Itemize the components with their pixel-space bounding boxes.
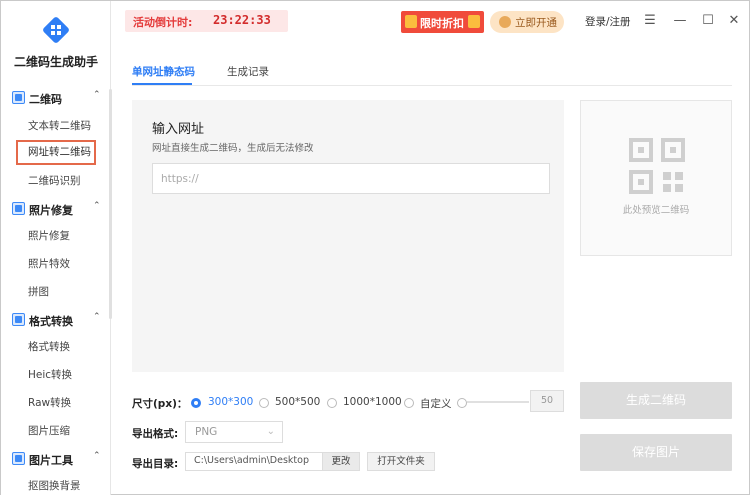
app-title: 二维码生成助手	[13, 55, 98, 69]
format-label: 导出格式:	[132, 428, 179, 440]
vip-open-button[interactable]: 立即开通	[490, 11, 564, 33]
chevron-up-icon: ⌃	[93, 451, 101, 461]
maximize-icon[interactable]: ☐	[699, 11, 717, 31]
sale-label: 限时折扣	[420, 17, 464, 30]
dir-path-field[interactable]: C:\Users\admin\Desktop 更改	[185, 452, 360, 471]
qrcode-group-icon	[12, 91, 25, 104]
limited-sale-button[interactable]: 限时折扣	[401, 11, 484, 33]
sidebar-item-heic-convert[interactable]: Heic转换	[16, 363, 96, 388]
preview-placeholder-text: 此处预览二维码	[622, 205, 690, 216]
sidebar-scrollbar[interactable]	[109, 89, 112, 319]
sidebar-group-label: 二维码	[29, 93, 62, 106]
size-label: 尺寸(px)：	[132, 398, 188, 410]
countdown-timer: 23:22:33	[213, 13, 271, 27]
sidebar-item-image-compress[interactable]: 图片压缩	[16, 419, 96, 444]
app-logo-icon	[43, 17, 69, 43]
panel-title: 输入网址	[152, 122, 205, 137]
format-select[interactable]: PNG ⌄	[185, 421, 283, 443]
chevron-up-icon: ⌃	[93, 312, 101, 322]
tab-bar: 单网址静态码 生成记录	[132, 56, 732, 86]
size-option-custom[interactable]: 自定义	[420, 396, 452, 411]
red-envelope-icon	[468, 15, 480, 28]
size-option-500[interactable]: 500*500	[275, 396, 320, 408]
tab-single-url-static[interactable]: 单网址静态码	[132, 64, 195, 79]
vip-label: 立即开通	[515, 17, 557, 29]
custom-size-slider[interactable]	[467, 401, 529, 403]
sidebar-item-raw-convert[interactable]: Raw转换	[16, 391, 96, 416]
size-radio-1000[interactable]	[327, 398, 337, 408]
sidebar-group-photo-repair[interactable]: 照片修复 ⌃	[1, 198, 111, 220]
promo-countdown: 活动倒计时: 23:22:33	[125, 10, 288, 32]
qr-preview-area: 此处预览二维码	[580, 100, 732, 256]
format-value: PNG	[195, 426, 218, 438]
sidebar-item-url-to-qr[interactable]: 网址转二维码	[16, 140, 96, 165]
custom-size-slider-handle[interactable]	[457, 398, 467, 408]
size-radio-500[interactable]	[259, 398, 269, 408]
tab-generate-history[interactable]: 生成记录	[227, 64, 269, 79]
menu-icon[interactable]: ☰	[641, 11, 659, 31]
custom-size-input[interactable]: 50	[530, 390, 564, 412]
chevron-up-icon: ⌃	[93, 90, 101, 100]
red-envelope-icon	[405, 15, 417, 28]
generate-qr-button[interactable]: 生成二维码	[580, 382, 732, 419]
login-register-link[interactable]: 登录/注册	[585, 14, 631, 29]
sidebar: 二维码生成助手 二维码 ⌃ 文本转二维码 网址转二维码 二维码识别 照片修复 ⌃…	[1, 1, 112, 495]
sidebar-group-label: 图片工具	[29, 454, 73, 467]
save-image-button[interactable]: 保存图片	[580, 434, 732, 471]
vip-coin-icon	[499, 16, 511, 28]
sidebar-item-format-convert[interactable]: 格式转换	[16, 335, 96, 360]
close-icon[interactable]: ✕	[725, 11, 743, 31]
url-input-panel: 输入网址 网址直接生成二维码，生成后无法修改	[132, 100, 564, 372]
qr-placeholder-icon	[629, 138, 685, 194]
size-radio-300[interactable]	[191, 398, 201, 408]
size-radio-custom[interactable]	[404, 398, 414, 408]
image-tools-group-icon	[12, 452, 25, 465]
minimize-icon[interactable]: —	[671, 11, 689, 31]
sidebar-item-collage[interactable]: 拼图	[16, 280, 96, 305]
sidebar-group-label: 照片修复	[29, 204, 73, 217]
active-tab-indicator	[132, 83, 192, 85]
sidebar-group-qrcode[interactable]: 二维码 ⌃	[1, 87, 111, 109]
sidebar-group-image-tools[interactable]: 图片工具 ⌃	[1, 448, 111, 470]
open-folder-button[interactable]: 打开文件夹	[367, 452, 435, 471]
dir-label: 导出目录:	[132, 458, 179, 470]
chevron-down-icon: ⌄	[266, 426, 275, 437]
dir-path-value: C:\Users\admin\Desktop	[194, 455, 309, 466]
sidebar-item-qr-recognize[interactable]: 二维码识别	[16, 169, 96, 194]
sidebar-item-text-to-qr[interactable]: 文本转二维码	[16, 114, 96, 139]
sidebar-group-format-convert[interactable]: 格式转换 ⌃	[1, 309, 111, 331]
promo-label: 活动倒计时:	[133, 16, 193, 29]
sidebar-item-photo-effects[interactable]: 照片特效	[16, 252, 96, 277]
chevron-up-icon: ⌃	[93, 201, 101, 211]
photo-repair-group-icon	[12, 202, 25, 215]
panel-subtitle: 网址直接生成二维码，生成后无法修改	[152, 143, 314, 154]
size-option-1000[interactable]: 1000*1000	[343, 396, 402, 408]
sidebar-group-label: 格式转换	[29, 315, 73, 328]
url-input[interactable]	[152, 163, 550, 194]
app-window: 二维码生成助手 二维码 ⌃ 文本转二维码 网址转二维码 二维码识别 照片修复 ⌃…	[0, 0, 750, 495]
sidebar-item-photo-repair[interactable]: 照片修复	[16, 224, 96, 249]
sidebar-item-cutout-background[interactable]: 抠图换背景	[16, 474, 96, 495]
change-dir-button[interactable]: 更改	[322, 452, 360, 471]
size-option-300[interactable]: 300*300	[208, 396, 253, 408]
format-convert-group-icon	[12, 313, 25, 326]
